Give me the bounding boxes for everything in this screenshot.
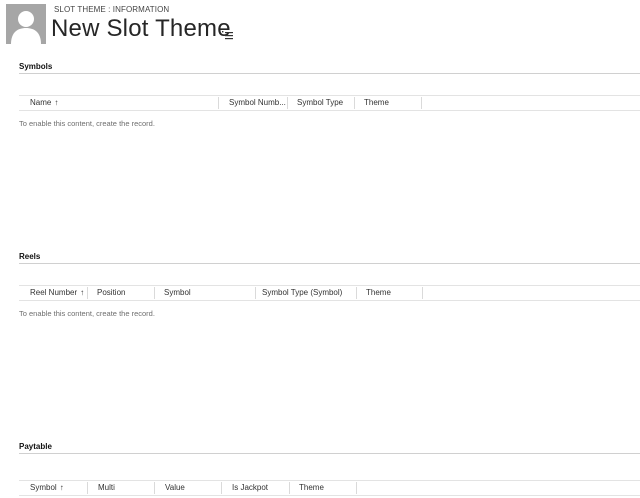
column-header-theme[interactable]: Theme	[366, 286, 421, 300]
symbols-grid-header: Name ↑ Symbol Numb... Symbol Type Theme	[19, 95, 640, 111]
paytable-grid-header: Symbol ↑ Multi Value Is Jackpot Theme	[19, 480, 640, 496]
slot-theme-form: SLOT THEME : INFORMATION New Slot Theme …	[0, 0, 640, 498]
column-separator[interactable]	[356, 287, 357, 299]
column-header-value[interactable]: Value	[165, 481, 220, 495]
column-header-theme[interactable]: Theme	[364, 96, 419, 110]
empty-grid-message: To enable this content, create the recor…	[19, 119, 155, 128]
column-header-symbol-type[interactable]: Symbol Type	[297, 96, 355, 110]
column-header-symbol-type-symbol[interactable]: Symbol Type (Symbol)	[262, 286, 357, 300]
column-separator[interactable]	[218, 97, 219, 109]
column-separator[interactable]	[87, 287, 88, 299]
paytable-section: Paytable Symbol ↑ Multi Value Is Jackpot …	[0, 442, 640, 498]
column-header-symbol[interactable]: Symbol	[164, 286, 250, 300]
section-title-paytable: Paytable	[19, 442, 52, 451]
column-header-symbol-number[interactable]: Symbol Numb...	[229, 96, 287, 110]
sort-ascending-icon: ↑	[80, 288, 85, 297]
section-divider	[19, 263, 640, 264]
column-header-name[interactable]: Name ↑	[30, 96, 210, 110]
symbols-section: Symbols Name ↑ Symbol Numb... Symbol Type…	[0, 62, 640, 152]
page-title: New Slot Theme	[51, 15, 231, 42]
column-header-theme[interactable]: Theme	[299, 481, 354, 495]
sort-ascending-icon: ↑	[59, 483, 64, 492]
column-header-multi[interactable]: Multi	[98, 481, 153, 495]
dropdown-menu-icon[interactable]	[222, 27, 234, 40]
column-header-reel-number[interactable]: Reel Number ↑	[30, 286, 88, 300]
column-separator[interactable]	[289, 482, 290, 494]
column-separator[interactable]	[87, 482, 88, 494]
avatar[interactable]	[6, 4, 46, 44]
column-separator[interactable]	[354, 97, 355, 109]
reels-grid-header: Reel Number ↑ Position Symbol Symbol Type…	[19, 285, 640, 301]
column-header-position[interactable]: Position	[97, 286, 153, 300]
column-separator[interactable]	[221, 482, 222, 494]
empty-grid-message: To enable this content, create the recor…	[19, 309, 155, 318]
sort-ascending-icon: ↑	[54, 98, 59, 107]
column-separator[interactable]	[356, 482, 357, 494]
column-separator[interactable]	[255, 287, 256, 299]
breadcrumb: SLOT THEME : INFORMATION	[54, 5, 170, 14]
section-title-symbols: Symbols	[19, 62, 53, 71]
column-header-is-jackpot[interactable]: Is Jackpot	[232, 481, 288, 495]
reels-section: Reels Reel Number ↑ Position Symbol Symbo…	[0, 252, 640, 342]
section-title-reels: Reels	[19, 252, 41, 261]
section-divider	[19, 73, 640, 74]
user-silhouette-icon	[6, 4, 46, 44]
column-separator[interactable]	[154, 482, 155, 494]
column-separator[interactable]	[154, 287, 155, 299]
column-header-symbol[interactable]: Symbol ↑	[30, 481, 88, 495]
column-separator[interactable]	[287, 97, 288, 109]
column-separator[interactable]	[422, 287, 423, 299]
section-divider	[19, 453, 640, 454]
column-separator[interactable]	[421, 97, 422, 109]
